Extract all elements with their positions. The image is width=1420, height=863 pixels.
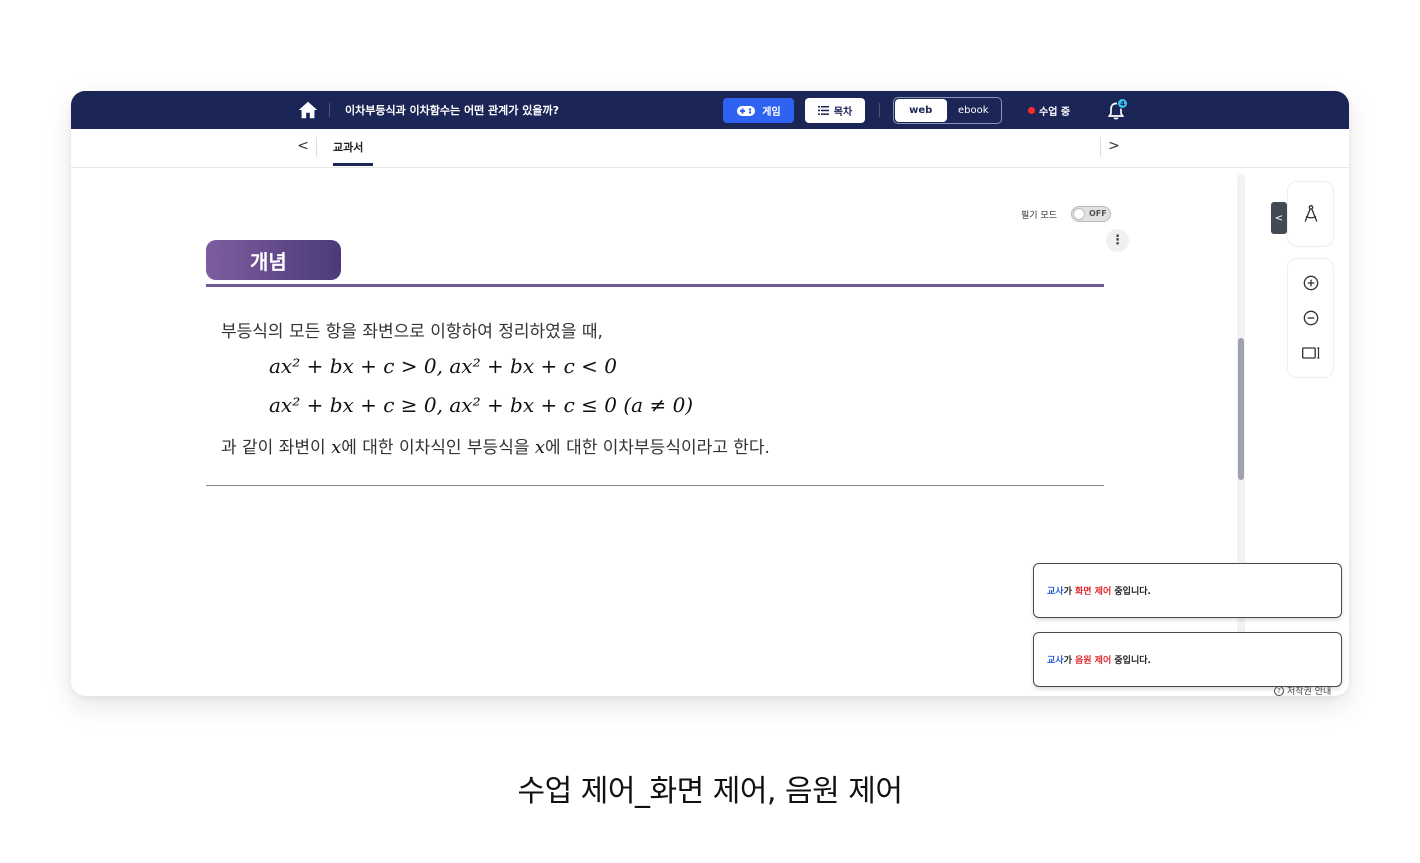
tab-bar: < 교과서 > <box>71 129 1349 168</box>
inequality-line: ax² + bx + c > 0, ax² + bx + c < 0 <box>269 354 618 378</box>
fit-screen-button[interactable] <box>1301 343 1321 363</box>
game-button[interactable]: 게임 <box>723 98 794 123</box>
concept-text-line: 부등식의 모든 항을 좌변으로 이항하여 정리하였을 때, <box>221 322 603 342</box>
toggle-knob <box>1072 208 1085 220</box>
audio-control-notification: 교사가 음원 제어 중입니다. <box>1033 632 1342 687</box>
copyright-label: 저작권 안내 <box>1287 687 1332 696</box>
math-variable: x <box>534 437 546 458</box>
divider <box>879 103 880 117</box>
fit-screen-icon <box>1302 347 1320 359</box>
zoom-tools-panel <box>1287 258 1334 378</box>
tab-prev-button[interactable]: < <box>295 138 311 154</box>
zoom-out-icon <box>1303 310 1319 326</box>
gamepad-icon <box>737 105 756 116</box>
inequality-line: ax² + bx + c ≥ 0, ax² + bx + c ≤ 0 (a ≠ … <box>269 393 694 417</box>
view-ebook-option[interactable]: ebook <box>947 99 1000 122</box>
toast-subject: 교사 <box>1047 656 1064 666</box>
scrollbar-thumb[interactable] <box>1238 338 1244 480</box>
live-dot-icon <box>1028 107 1035 114</box>
section-end-rule <box>206 485 1104 486</box>
zoom-out-button[interactable] <box>1301 308 1321 328</box>
top-bar: 이차부등식과 이차함수는 어떤 관계가 있을까? 게임 목차 web ebook <box>71 91 1349 129</box>
caption: 수업 제어_화면 제어, 음원 제어 <box>517 774 903 809</box>
writing-mode-toggle[interactable]: OFF <box>1070 206 1111 222</box>
toast-particle: 가 <box>1063 656 1075 666</box>
lesson-title: 이차부등식과 이차함수는 어떤 관계가 있을까? <box>345 104 559 117</box>
drawing-tools-panel <box>1287 181 1334 247</box>
toast-suffix: 중입니다. <box>1111 656 1151 666</box>
home-icon <box>298 101 318 119</box>
text-segment: 과 같이 좌변이 <box>221 438 332 458</box>
view-web-option[interactable]: web <box>895 99 947 122</box>
zoom-in-button[interactable] <box>1301 273 1321 293</box>
toast-suffix: 중입니다. <box>1111 587 1151 597</box>
toast-subject: 교사 <box>1047 587 1064 597</box>
tab-textbook[interactable]: 교과서 <box>333 139 363 155</box>
concept-text-line: 과 같이 좌변이 x에 대한 이차식인 부등식을 x에 대한 이차부등식이라고 … <box>221 433 770 458</box>
text-segment: 에 대한 이차부등식이라고 한다. <box>545 438 770 458</box>
text-segment: 에 대한 이차식인 부등식을 <box>341 438 535 458</box>
section-rule <box>206 284 1104 287</box>
copyright-link[interactable]: ? 저작권 안내 <box>1274 684 1331 696</box>
live-status-label: 수업 중 <box>1039 107 1071 118</box>
view-toggle: web ebook <box>893 97 1002 124</box>
live-status: 수업 중 <box>1028 103 1070 118</box>
writing-mode: 필기 모드 OFF <box>1021 206 1111 222</box>
divider <box>316 137 317 157</box>
active-tab-indicator <box>333 163 373 166</box>
app-window: 이차부등식과 이차함수는 어떤 관계가 있을까? 게임 목차 web ebook <box>71 91 1349 696</box>
concept-badge: 개념 <box>206 240 341 280</box>
list-icon <box>817 106 829 115</box>
divider <box>1100 137 1101 157</box>
tab-next-button[interactable]: > <box>1106 138 1122 154</box>
writing-mode-label: 필기 모드 <box>1021 210 1057 221</box>
toc-label: 목차 <box>833 107 853 118</box>
toast-particle: 가 <box>1063 587 1075 597</box>
compass-icon <box>1304 205 1317 222</box>
screen-control-notification: 교사가 화면 제어 중입니다. <box>1033 563 1342 618</box>
toast-control-type: 화면 제어 <box>1074 587 1112 597</box>
toast-control-type: 음원 제어 <box>1074 656 1112 666</box>
notification-badge: 4 <box>1117 98 1128 109</box>
notification-button[interactable]: 4 <box>1106 98 1130 122</box>
toc-button[interactable]: 목차 <box>805 98 865 123</box>
collapse-tools-button[interactable]: < <box>1271 202 1287 234</box>
help-icon: ? <box>1274 685 1284 696</box>
game-label: 게임 <box>762 107 781 118</box>
zoom-in-icon <box>1303 275 1319 291</box>
divider <box>329 103 330 117</box>
more-options-button[interactable]: ⋮ <box>1106 229 1129 252</box>
compass-tool-button[interactable] <box>1301 204 1321 224</box>
math-variable: x <box>331 437 342 458</box>
toggle-state: OFF <box>1088 209 1107 218</box>
home-button[interactable] <box>297 99 319 121</box>
